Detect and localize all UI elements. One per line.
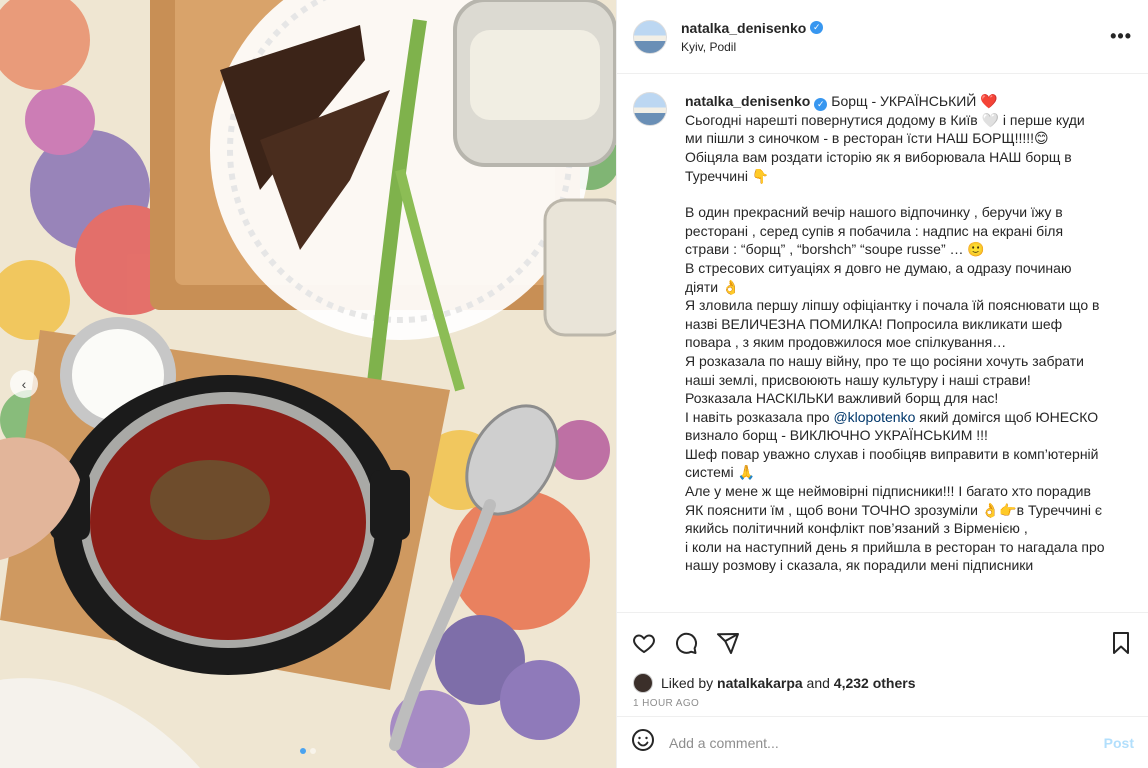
caption-verified-icon: ✓ — [814, 97, 828, 111]
post-actions — [617, 612, 1148, 672]
caption-avatar[interactable] — [633, 92, 667, 126]
post-photo[interactable]: ‹ — [0, 0, 616, 768]
caption-title: Борщ - УКРАЇНСЬКИЙ ❤️ — [831, 93, 998, 109]
caption-line-11: і коли на наступний день я прийшла в рес… — [685, 538, 1109, 574]
carousel-dot-active — [300, 748, 306, 754]
caption-mention-line: І навіть розказала про @klopotenko який … — [685, 408, 1105, 445]
caption-line-4: В один прекрасний вечір нашого відпочинк… — [685, 204, 1067, 258]
comment-bar: Post — [617, 716, 1148, 768]
post-header: natalka_denisenko ✓ Kyiv, Podil ••• — [617, 0, 1148, 74]
caption-line-6: Я зловила першу ліпшу офіціантку і почал… — [685, 297, 1104, 351]
caption-area: natalka_denisenko ✓ Борщ - УКРАЇНСЬКИЙ ❤️ … — [617, 74, 1148, 612]
likes-text: Liked by natalkakarpa and 4,232 others — [661, 675, 916, 691]
likes-and: and — [806, 675, 830, 691]
author-avatar[interactable] — [633, 19, 667, 54]
author-username[interactable]: natalka_denisenko ✓ — [681, 20, 824, 36]
instagram-post: ‹ natalka_denisenko ✓ Kyiv, Podil ••• na… — [0, 0, 1148, 768]
bookmark-icon[interactable] — [1108, 630, 1134, 656]
mention-link[interactable]: @klopotenko — [833, 409, 915, 425]
post-side-panel: natalka_denisenko ✓ Kyiv, Podil ••• nata… — [616, 0, 1148, 768]
caption-line-10: Але у мене ж ще неймовірні підписники!!!… — [685, 483, 1106, 537]
post-timestamp[interactable]: 1 HOUR AGO — [617, 694, 1148, 716]
more-options-icon[interactable]: ••• — [1110, 26, 1132, 47]
liker-avatar[interactable] — [633, 673, 653, 693]
likes-others-link[interactable]: 4,232 others — [834, 675, 916, 691]
caption-line-8: Розказала НАСКІЛЬКИ важливий борщ для на… — [685, 390, 999, 407]
carousel-prev-button[interactable]: ‹ — [10, 370, 38, 398]
comment-input[interactable] — [669, 734, 1104, 751]
caption-username[interactable]: natalka_denisenko — [685, 93, 810, 109]
verified-badge-icon: ✓ — [810, 21, 824, 34]
caption-line-9: Шеф повар уважно слухав і пообіцяв випра… — [685, 445, 1103, 481]
mention-prefix: І навіть розказала про — [685, 408, 834, 425]
carousel-dots — [300, 748, 316, 754]
post-location[interactable]: Kyiv, Podil — [681, 40, 823, 54]
heart-icon[interactable] — [631, 630, 657, 656]
caption-text: natalka_denisenko ✓ Борщ - УКРАЇНСЬКИЙ ❤️ … — [685, 92, 1105, 612]
author-info: natalka_denisenko ✓ Kyiv, Podil — [681, 20, 824, 54]
caption-line-2: Обіцяла вам роздати історію як я виборюв… — [685, 148, 1076, 184]
emoji-icon[interactable] — [631, 728, 655, 757]
chevron-left-icon: ‹ — [21, 376, 27, 392]
borscht-table-photo — [0, 0, 616, 768]
caption-line-5: В стресових ситуаціях я довго не думаю, … — [685, 259, 1076, 295]
share-icon[interactable] — [715, 630, 741, 656]
liked-by-label: Liked by — [661, 675, 714, 691]
post-comment-button[interactable]: Post — [1104, 735, 1134, 751]
author-username-text[interactable]: natalka_denisenko — [681, 20, 806, 36]
carousel-dot — [310, 748, 316, 754]
liker-username[interactable]: natalkakarpa — [717, 675, 803, 691]
caption-line-7: Я розказала по нашу війну, про те що рос… — [685, 352, 1088, 388]
comment-icon[interactable] — [673, 630, 699, 656]
likes-summary: Liked by natalkakarpa and 4,232 others — [617, 672, 1148, 694]
caption-line-1: Сьогодні нарешті повернутися додому в Ки… — [685, 111, 1089, 147]
caption-line-0: natalka_denisenko ✓ Борщ - УКРАЇНСЬКИЙ ❤️ — [685, 92, 1105, 111]
